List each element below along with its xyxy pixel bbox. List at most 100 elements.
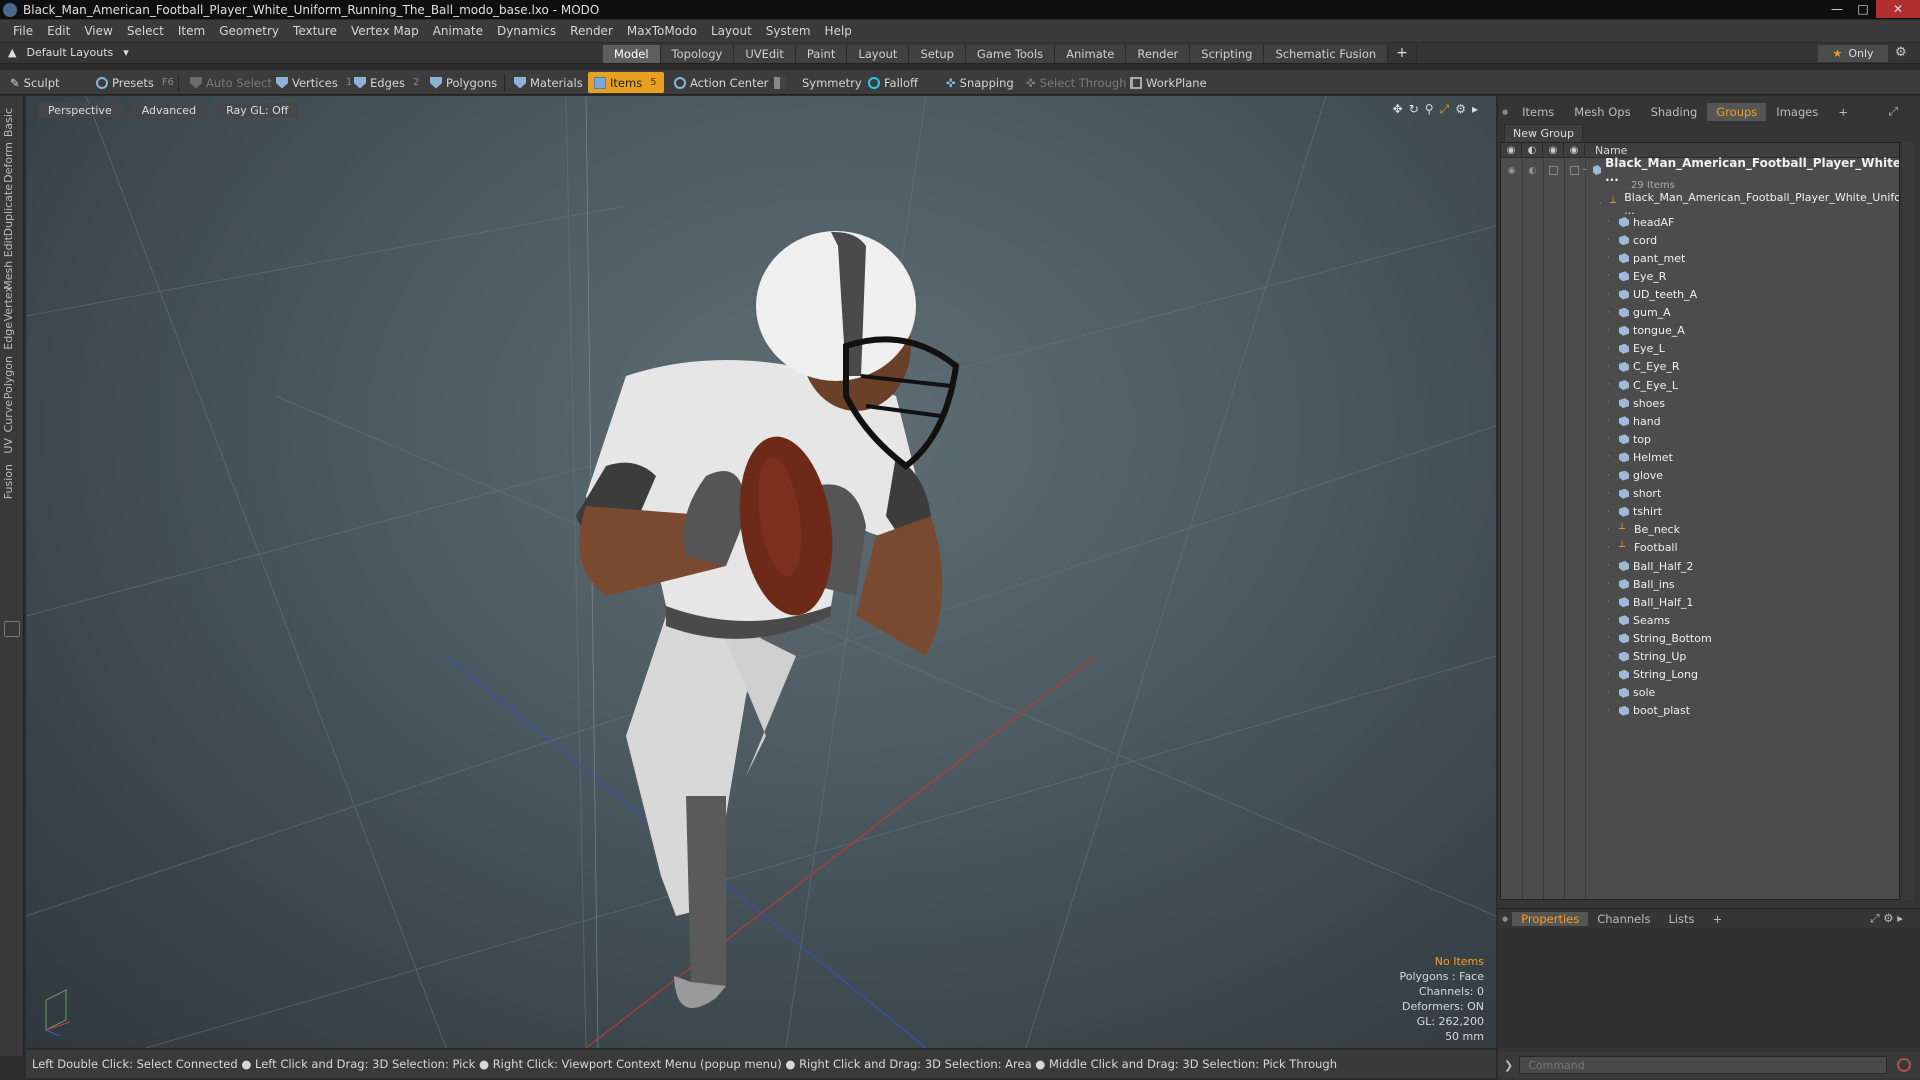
new-group-button[interactable]: New Group (1504, 124, 1583, 143)
left-tab-basic[interactable]: Basic (2, 108, 15, 137)
zoom-icon[interactable]: ⚲ (1425, 102, 1434, 117)
add-panel-tab-icon[interactable]: + (1828, 105, 1858, 119)
menu-item-vertex-map[interactable]: Vertex Map (344, 24, 426, 38)
menu-item-view[interactable]: View (77, 24, 119, 38)
action-center-button[interactable]: Action Center (668, 72, 774, 93)
group-item-row[interactable]: · shoes (1501, 394, 1899, 412)
layout-tab-game-tools[interactable]: Game Tools (965, 45, 1056, 63)
group-item-row[interactable]: · Eye_L (1501, 340, 1899, 358)
layout-tab-layout[interactable]: Layout (847, 45, 910, 63)
items-button[interactable]: Items 5 (588, 72, 664, 93)
left-tab-mesh-edit[interactable]: Mesh Edit (2, 236, 15, 290)
left-tab-fusion[interactable]: Fusion (2, 464, 15, 499)
lock-column-icon[interactable]: ◉ (1543, 143, 1564, 158)
group-item-row[interactable]: · Ball_Half_1 (1501, 593, 1899, 611)
group-item-row[interactable]: · String_Long (1501, 666, 1899, 684)
group-item-row[interactable]: · short (1501, 485, 1899, 503)
group-item-row[interactable]: · top (1501, 430, 1899, 448)
menu-item-layout[interactable]: Layout (704, 24, 759, 38)
left-tab-polygon[interactable]: Polygon (2, 356, 15, 399)
snapping-button[interactable]: ✜ Snapping (940, 72, 1020, 93)
group-item-row[interactable]: · cord (1501, 231, 1899, 249)
falloff-button[interactable]: Falloff (862, 72, 924, 93)
close-icon[interactable]: ✕ (1876, 0, 1920, 18)
group-item-row[interactable]: · UD_teeth_A (1501, 286, 1899, 304)
panel-tab-images[interactable]: Images (1766, 105, 1828, 119)
symmetry-button[interactable]: Symmetry (768, 72, 868, 93)
view-mode-dropdown[interactable]: Perspective (38, 103, 122, 118)
menu-item-edit[interactable]: Edit (40, 24, 77, 38)
menu-item-render[interactable]: Render (563, 24, 620, 38)
group-item-row[interactable]: · ┴ Black_Man_American_Football_Player_Whi… (1501, 191, 1899, 217)
group-item-row[interactable]: · tongue_A (1501, 322, 1899, 340)
properties-tab-lists[interactable]: Lists (1659, 912, 1703, 926)
panel-tab-mesh-ops[interactable]: Mesh Ops (1564, 105, 1640, 119)
left-tab-edge[interactable]: Edge (2, 322, 15, 350)
fit-view-icon[interactable]: ⤢ (1440, 102, 1450, 117)
group-item-row[interactable]: · C_Eye_L (1501, 376, 1899, 394)
add-properties-tab-icon[interactable]: + (1704, 912, 1732, 926)
sculpt-button[interactable]: ✎ Sculpt (4, 72, 66, 93)
materials-button[interactable]: Materials (508, 72, 589, 93)
left-tab-uv[interactable]: UV (2, 438, 15, 454)
left-tab-duplicate[interactable]: Duplicate (2, 184, 15, 236)
menu-item-item[interactable]: Item (171, 24, 212, 38)
menu-item-select[interactable]: Select (120, 24, 171, 38)
default-layouts-dropdown[interactable]: ▲ Default Layouts ▾ (8, 46, 129, 59)
group-item-row[interactable]: · C_Eye_R (1501, 358, 1899, 376)
group-item-row[interactable]: · boot_plast (1501, 702, 1899, 720)
render-column-icon[interactable]: ◐ (1522, 143, 1543, 158)
layout-tab-uvedit[interactable]: UVEdit (734, 45, 796, 63)
layout-tab-paint[interactable]: Paint (795, 45, 848, 63)
only-button[interactable]: ★ Only (1818, 45, 1888, 62)
menu-item-system[interactable]: System (759, 24, 818, 38)
record-icon[interactable] (1897, 1058, 1912, 1072)
group-item-row[interactable]: · headAF (1501, 213, 1899, 231)
rotate-view-icon[interactable]: ↻ (1409, 102, 1419, 117)
viewport-settings-icon[interactable]: ⚙ (1455, 102, 1466, 117)
menu-item-geometry[interactable]: Geometry (212, 24, 286, 38)
menu-item-maxtomodo[interactable]: MaxToModo (620, 24, 704, 38)
command-input[interactable] (1519, 1056, 1888, 1074)
move-view-icon[interactable]: ✥ (1393, 102, 1403, 117)
workplane-button[interactable]: WorkPlane (1124, 72, 1213, 93)
menu-item-animate[interactable]: Animate (426, 24, 490, 38)
groups-scrollbar[interactable] (1902, 142, 1914, 900)
layout-tab-topology[interactable]: Topology (660, 45, 735, 63)
group-item-row[interactable]: · gum_A (1501, 304, 1899, 322)
group-item-row[interactable]: · Ball_Half_2 (1501, 557, 1899, 575)
group-item-row[interactable]: · Seams (1501, 611, 1899, 629)
group-item-row[interactable]: · hand (1501, 412, 1899, 430)
group-item-row[interactable]: · Ball_ins (1501, 575, 1899, 593)
layout-tab-scripting[interactable]: Scripting (1190, 45, 1265, 63)
advanced-dropdown[interactable]: Advanced (131, 103, 207, 118)
presets-button[interactable]: Presets F6 (90, 72, 180, 93)
left-tab-curve[interactable]: Curve (2, 400, 15, 432)
minimize-icon[interactable]: — (1824, 0, 1850, 18)
vertices-button[interactable]: Vertices 1 (270, 72, 358, 93)
panel-tab-items[interactable]: Items (1512, 105, 1564, 119)
panel-tab-shading[interactable]: Shading (1641, 105, 1708, 119)
menu-item-texture[interactable]: Texture (286, 24, 344, 38)
edges-button[interactable]: Edges 2 (348, 72, 425, 93)
group-item-row[interactable]: · String_Bottom (1501, 629, 1899, 647)
group-item-row[interactable]: · String_Up (1501, 648, 1899, 666)
menu-item-file[interactable]: File (6, 24, 40, 38)
polygons-button[interactable]: Polygons (424, 72, 503, 93)
group-item-row[interactable]: · tshirt (1501, 503, 1899, 521)
left-tab-deform[interactable]: Deform (2, 142, 15, 183)
gear-icon[interactable]: ⚙ (1895, 45, 1907, 60)
group-item-row[interactable]: · pant_met (1501, 249, 1899, 267)
expand-panel-icon[interactable]: ⤢ (1879, 104, 1908, 119)
properties-tools-icon[interactable]: ⤢ ⚙ ▸ (1861, 911, 1912, 926)
group-item-row[interactable]: · glove (1501, 467, 1899, 485)
collapse-icon[interactable]: – (1582, 165, 1592, 175)
add-layout-tab-icon[interactable]: + (1388, 45, 1417, 63)
group-item-row[interactable]: · Eye_R (1501, 267, 1899, 285)
group-item-row[interactable]: · ┴ Be_neck (1501, 521, 1899, 539)
panel-tab-groups[interactable]: Groups (1707, 102, 1767, 121)
3d-viewport[interactable]: Perspective Advanced Ray GL: Off ✥ ↻ ⚲ ⤢… (26, 96, 1496, 1048)
group-item-row[interactable]: · ┴ Football (1501, 539, 1899, 557)
properties-tab-channels[interactable]: Channels (1588, 912, 1659, 926)
visibility-column-icon[interactable]: ◉ (1501, 143, 1522, 158)
